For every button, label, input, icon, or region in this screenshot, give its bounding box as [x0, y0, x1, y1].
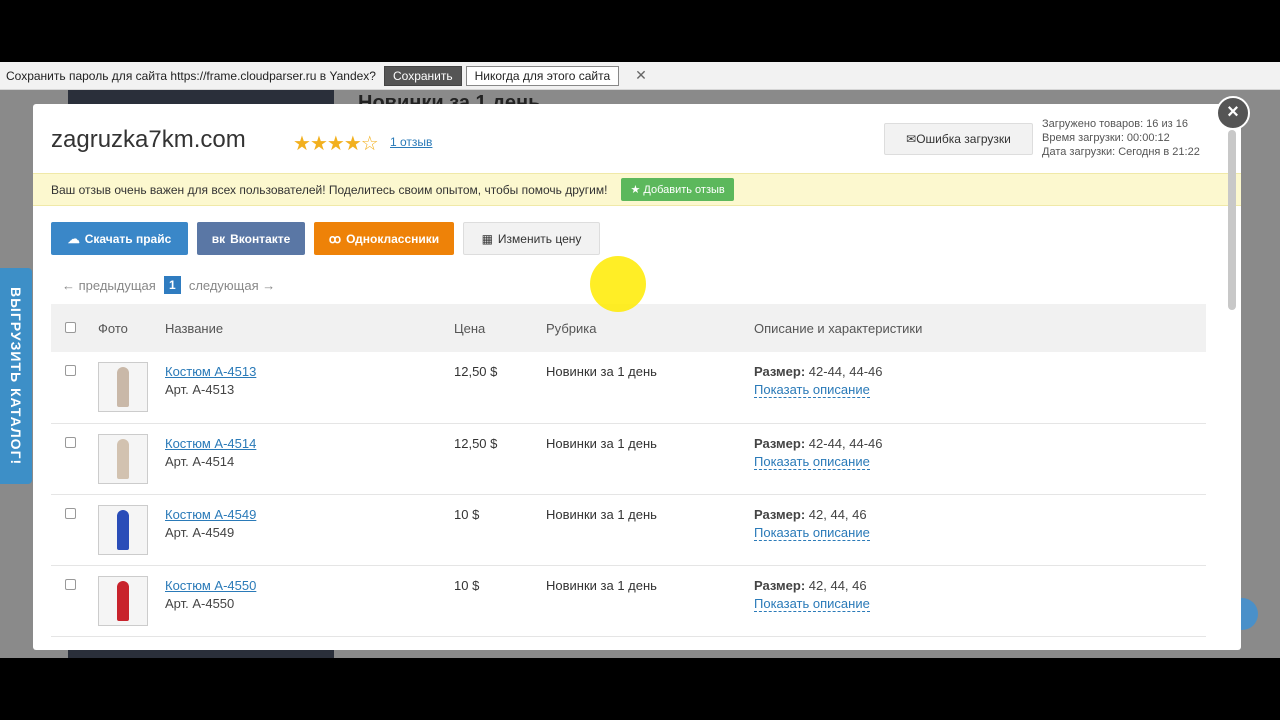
pagination: ← предыдущая 1 следующая → [62, 276, 275, 294]
save-password-button[interactable]: Сохранить [383, 65, 462, 86]
product-figure [117, 509, 129, 550]
row-checkbox[interactable] [65, 436, 76, 448]
vk-label: Вконтакте [230, 231, 291, 246]
size-label: Размер: [754, 506, 806, 522]
change-price-button[interactable]: ▦ Изменить цену [463, 222, 600, 255]
rating-stars: ★★★★☆ [293, 131, 379, 156]
product-name-link[interactable]: Костюм А-4549 [165, 507, 454, 522]
star-icon: ★ [309, 133, 328, 155]
product-price: 10 $ [454, 506, 480, 522]
product-article: Арт. А-4549 [165, 524, 235, 540]
review-notice: Ваш отзыв очень важен для всех пользоват… [33, 173, 1241, 206]
table-row: Костюм А-4549 Арт. А-4549 10 $ Новинки за… [51, 494, 1206, 565]
close-password-bar-icon[interactable]: ✕ [635, 67, 647, 84]
header-photo: Фото [98, 320, 128, 336]
modal-scrollbar[interactable] [1228, 130, 1236, 310]
header-name: Название [165, 320, 224, 336]
add-review-button[interactable]: ★ Добавить отзыв [621, 178, 734, 201]
star-empty-icon: ☆ [360, 133, 379, 155]
password-save-bar: Сохранить пароль для сайта https://frame… [0, 62, 1280, 90]
download-price-label: Скачать прайс [84, 231, 172, 246]
loaded-count: Загружено товаров: 16 из 16 [1042, 118, 1188, 130]
product-figure [117, 438, 129, 479]
product-price: 10 $ [454, 577, 480, 593]
never-save-button[interactable]: Никогда для этого сайта [465, 65, 620, 86]
vk-icon: вк [211, 231, 226, 246]
vk-share-button[interactable]: вк Вконтакте [197, 222, 305, 255]
product-price: 12,50 $ [454, 435, 498, 451]
show-description-link[interactable]: Показать описание [754, 454, 870, 470]
show-description-link[interactable]: Показать описание [754, 596, 870, 612]
size-label: Размер: [754, 577, 806, 593]
next-page-link[interactable]: следующая → [189, 278, 275, 293]
size-value: 42-44, 44-46 [808, 364, 883, 379]
product-category: Новинки за 1 день [546, 577, 657, 593]
ok-share-button[interactable]: ꝏ Одноклассники [314, 222, 454, 255]
action-buttons: ☁ Скачать прайс вк Вконтакте ꝏ Однокласс… [51, 222, 600, 255]
load-error-button[interactable]: ✉ Ошибка загрузки [884, 123, 1033, 155]
prev-page-link[interactable]: ← предыдущая [62, 278, 156, 293]
cursor-highlight [590, 256, 646, 312]
table-row: Костюм А-4550 Арт. А-4550 10 $ Новинки за… [51, 565, 1206, 636]
product-figure [117, 367, 129, 407]
size-value: 42, 44, 46 [808, 506, 867, 522]
product-category: Новинки за 1 день [546, 506, 657, 522]
header-description: Описание и характеристики [754, 320, 923, 336]
show-description-link[interactable]: Показать описание [754, 525, 870, 541]
product-figure [117, 580, 129, 621]
load-time: Время загрузки: 00:00:12 [1042, 132, 1170, 144]
add-review-label: Добавить отзыв [643, 184, 725, 196]
star-icon: ★ [630, 184, 641, 196]
size-label: Размер: [754, 364, 806, 379]
row-checkbox[interactable] [65, 507, 76, 519]
row-checkbox[interactable] [65, 578, 76, 590]
size-value: 42, 44, 46 [808, 577, 867, 593]
size-value: 42-44, 44-46 [808, 435, 883, 451]
product-article: Арт. А-4550 [165, 595, 235, 611]
cloud-download-icon: ☁ [67, 231, 80, 246]
notice-text: Ваш отзыв очень важен для всех пользоват… [51, 182, 608, 197]
load-date: Дата загрузки: Сегодня в 21:22 [1042, 146, 1200, 158]
star-icon: ★ [326, 133, 345, 155]
product-name-link[interactable]: Костюм А-4550 [165, 578, 454, 593]
product-photo[interactable] [98, 504, 148, 555]
table-row: Костюм А-4513 Арт. А-4513 12,50 $ Новинки… [51, 352, 1206, 423]
product-photo[interactable] [98, 433, 148, 484]
password-bar-text: Сохранить пароль для сайта https://frame… [6, 68, 376, 83]
table-row: Костюм А-4514 Арт. А-4514 12,50 $ Новинки… [51, 423, 1206, 494]
reviews-link[interactable]: 1 отзыв [390, 135, 432, 149]
product-category: Новинки за 1 день [546, 364, 657, 379]
site-name: zagruzka7km.com [51, 126, 246, 153]
ok-label: Одноклассники [346, 231, 440, 246]
odnoklassniki-icon: ꝏ [328, 231, 342, 246]
calculator-icon: ▦ [481, 231, 493, 246]
load-error-label: Ошибка загрузки [916, 132, 1011, 146]
star-icon: ★ [293, 133, 311, 155]
header-category: Рубрика [546, 320, 597, 336]
product-price: 12,50 $ [454, 364, 498, 379]
store-modal: zagruzka7km.com ★★★★☆ 1 отзыв ✉ Ошибка з… [33, 104, 1241, 650]
products-table: Фото Название Цена Рубрика Описание и ха… [51, 304, 1206, 637]
size-label: Размер: [754, 435, 806, 451]
product-photo[interactable] [98, 362, 148, 412]
product-photo[interactable] [98, 575, 148, 626]
row-checkbox[interactable] [65, 365, 76, 376]
change-price-label: Изменить цену [497, 231, 582, 246]
header-price: Цена [454, 320, 486, 336]
product-name-link[interactable]: Костюм А-4513 [165, 364, 454, 379]
select-all-checkbox[interactable] [65, 321, 76, 333]
current-page[interactable]: 1 [163, 276, 181, 294]
product-name-link[interactable]: Костюм А-4514 [165, 436, 454, 451]
envelope-icon: ✉ [906, 132, 917, 146]
product-article: Арт. А-4514 [165, 453, 235, 469]
table-header: Фото Название Цена Рубрика Описание и ха… [51, 304, 1206, 352]
product-article: Арт. А-4513 [165, 382, 235, 397]
close-modal-button[interactable]: × [1216, 96, 1250, 130]
show-description-link[interactable]: Показать описание [754, 382, 870, 398]
load-meta: Загружено товаров: 16 из 16 Время загруз… [1042, 117, 1200, 159]
download-price-button[interactable]: ☁ Скачать прайс [51, 222, 188, 255]
product-category: Новинки за 1 день [546, 435, 657, 451]
star-icon: ★ [343, 133, 362, 155]
export-catalog-tab[interactable]: ВЫГРУЗИТЬ КАТАЛОГ! [0, 268, 32, 484]
